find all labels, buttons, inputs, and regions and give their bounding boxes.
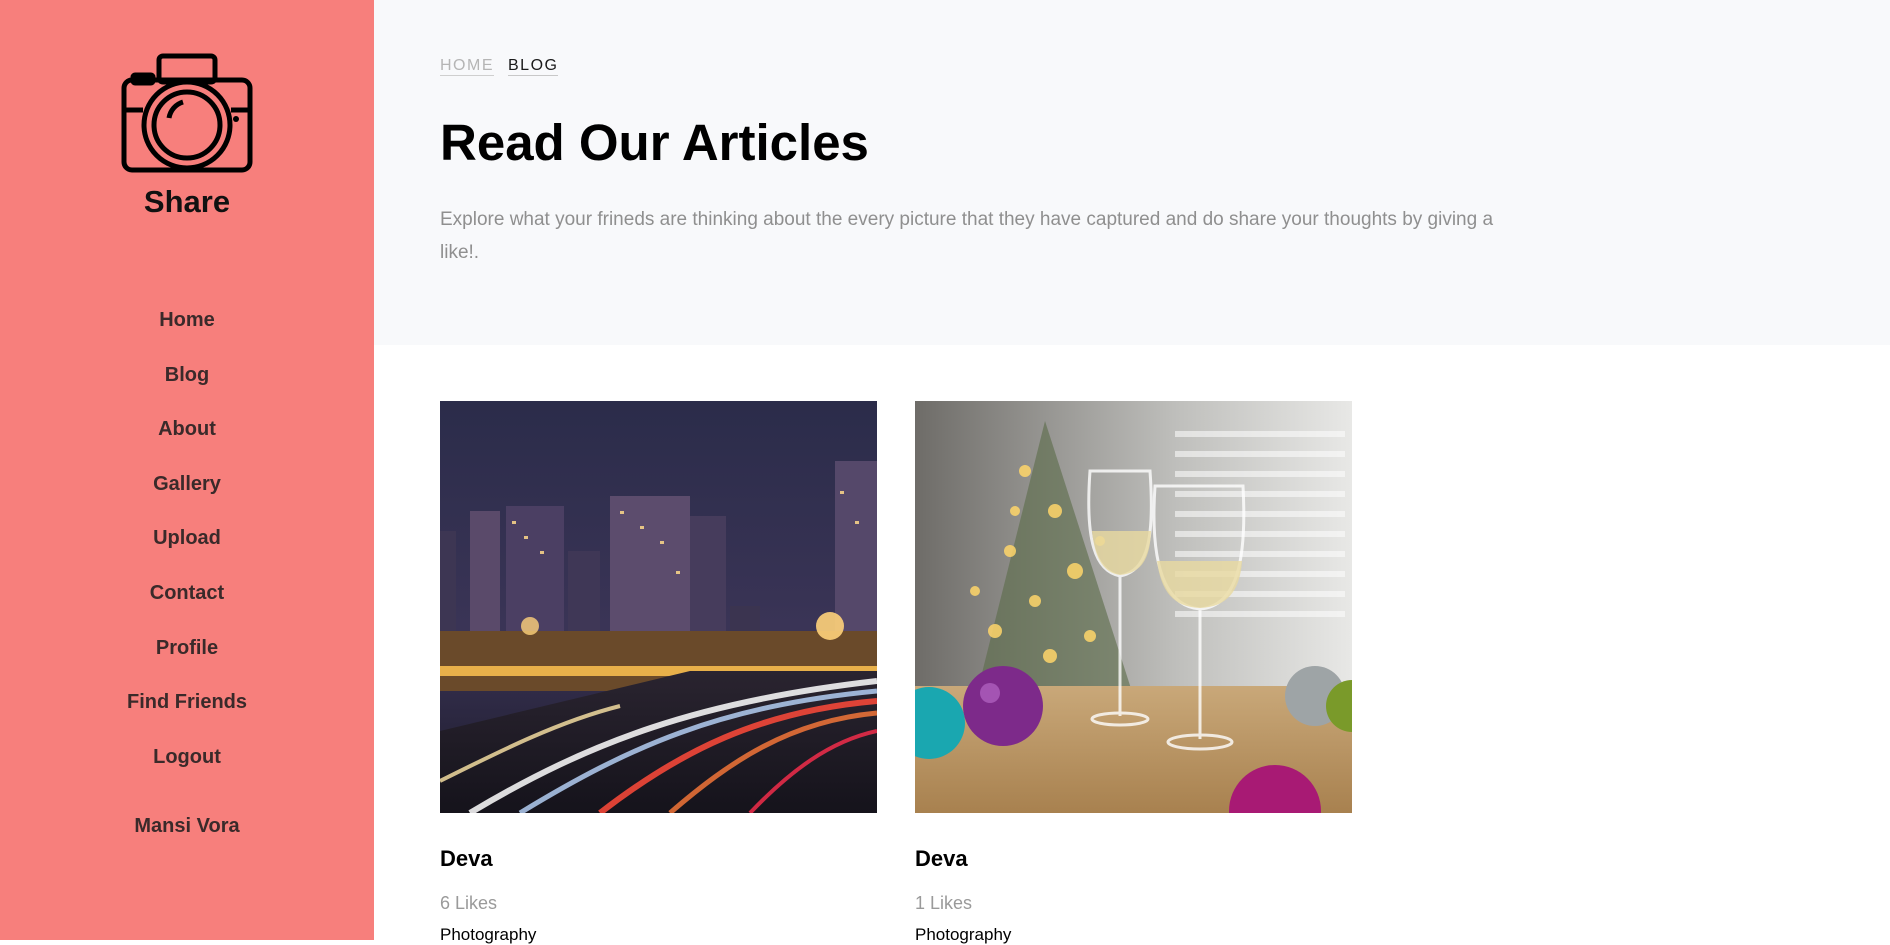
post-card[interactable]: Deva 1 Likes Photography [915,401,1352,944]
nav-item-home[interactable]: Home [0,300,374,355]
nav-item-contact[interactable]: Contact [0,573,374,628]
post-likes: 6 Likes [440,893,498,913]
post-author[interactable]: Deva [915,846,968,872]
breadcrumb-current: BLOG [508,57,559,76]
nav-item-logout[interactable]: Logout [0,737,374,792]
breadcrumb: HOME BLOG [440,57,559,76]
post-card[interactable]: Deva 6 Likes Photography [440,401,877,944]
sidebar: Share Home Blog About Gallery Upload Con… [0,0,374,940]
brand-logo[interactable]: Share [0,52,374,220]
current-user-name[interactable]: Mansi Vora [0,815,374,838]
post-category: Photography [440,925,537,944]
post-category: Photography [915,925,1012,944]
nav-item-upload[interactable]: Upload [0,518,374,573]
page-description: Explore what your frineds are thinking a… [440,209,1494,263]
brand-name: Share [143,184,231,219]
nav-item-blog[interactable]: Blog [0,355,374,410]
post-likes: 1 Likes [915,893,973,913]
page-header: HOME BLOG Read Our Articles Explore what … [374,0,1890,345]
wine-glasses-christmas-photo[interactable] [915,401,1352,813]
city-night-traffic-photo[interactable] [440,401,877,813]
main-nav: Home Blog About Gallery Upload Contact P… [0,300,374,791]
breadcrumb-home-link[interactable]: HOME [440,57,494,76]
page-title: Read Our Articles [440,114,869,171]
post-author[interactable]: Deva [440,846,493,872]
nav-item-find-friends[interactable]: Find Friends [0,682,374,737]
nav-item-profile[interactable]: Profile [0,628,374,683]
nav-item-about[interactable]: About [0,409,374,464]
camera-icon [121,53,253,173]
nav-item-gallery[interactable]: Gallery [0,464,374,519]
